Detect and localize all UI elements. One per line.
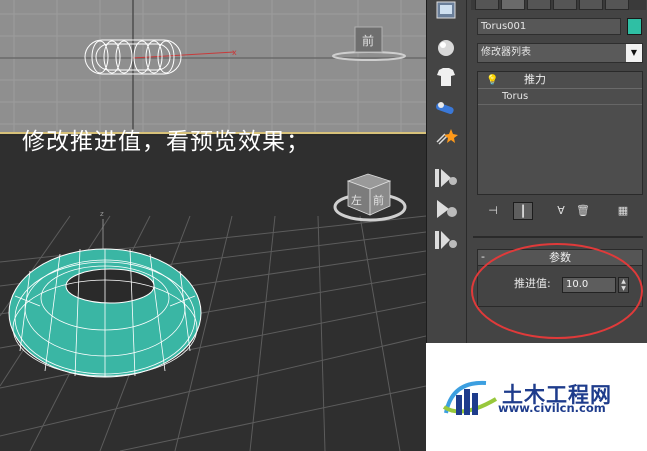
viewcube-left-label: 左 xyxy=(351,194,362,207)
show-end-result-icon[interactable]: ┃ xyxy=(513,202,533,220)
tshirt-icon[interactable] xyxy=(433,65,459,89)
modifier-list-dropdown[interactable]: 修改器列表 ▼ xyxy=(477,43,643,63)
civilcn-logo-icon xyxy=(442,380,498,415)
top-viewport[interactable]: x 前 xyxy=(0,0,426,134)
parameters-rollout: - 参数 推进值: 10.0 ▲ ▼ xyxy=(477,249,643,307)
modify-panel: Torus001 修改器列表 ▼ 💡 推力 Torus ⊣ ┃ ∀ 🗑 ▦ - … xyxy=(466,0,647,343)
sphere-icon[interactable] xyxy=(433,36,459,60)
collapse-icon[interactable]: - xyxy=(481,249,485,264)
utilities-tab-icon[interactable] xyxy=(605,0,629,10)
viewcube-front-label: 前 xyxy=(373,193,384,207)
stack-item-label: 推力 xyxy=(524,73,546,86)
object-name-field[interactable]: Torus001 xyxy=(477,18,621,35)
modifier-stack: 💡 推力 Torus xyxy=(477,71,643,195)
viewcube-perspective[interactable]: 左 前 xyxy=(333,173,407,222)
lightbulb-icon[interactable]: 💡 xyxy=(486,73,498,89)
star-sparkle-icon[interactable] xyxy=(433,126,459,150)
perspective-viewport[interactable]: z 左 前 xyxy=(0,136,426,451)
panel-divider xyxy=(473,236,643,238)
object-color-swatch[interactable] xyxy=(627,18,642,35)
push-value-input[interactable]: 10.0 xyxy=(562,277,616,293)
modify-tab-icon[interactable] xyxy=(501,0,525,10)
motion-tab-icon[interactable] xyxy=(553,0,577,10)
display-icon[interactable] xyxy=(433,0,459,24)
pin-stack-icon[interactable]: ⊣ xyxy=(483,202,503,220)
torus-perspective[interactable] xyxy=(8,248,202,378)
top-viewport-grid: x 前 xyxy=(0,0,426,132)
stack-toolbar: ⊣ ┃ ∀ 🗑 ▦ xyxy=(477,200,643,222)
modifier-list-label: 修改器列表 xyxy=(481,47,531,58)
svg-text:z: z xyxy=(100,210,104,218)
play-gear-icon-3[interactable] xyxy=(433,228,459,252)
rollout-header[interactable]: - 参数 xyxy=(478,250,642,266)
hierarchy-tab-icon[interactable] xyxy=(527,0,551,10)
tutorial-caption: 修改推进值，看预览效果； xyxy=(22,129,310,155)
stack-item-torus[interactable]: Torus xyxy=(478,89,642,105)
configure-sets-icon[interactable]: ▦ xyxy=(613,202,633,220)
display-tab-icon[interactable] xyxy=(579,0,603,10)
remove-modifier-icon[interactable]: 🗑 xyxy=(573,202,593,220)
command-panel-tabs xyxy=(471,0,646,10)
play-gear-icon[interactable] xyxy=(433,166,459,190)
viewcube-top[interactable]: 前 xyxy=(332,26,406,61)
stack-item-push[interactable]: 💡 推力 xyxy=(478,72,642,89)
svg-text:x: x xyxy=(232,48,237,57)
push-value-spinner[interactable]: ▲ ▼ xyxy=(618,277,629,293)
play-gear-icon-2[interactable] xyxy=(433,197,459,221)
rollout-title: 参数 xyxy=(549,251,571,264)
watermark: 土木工程网 www.civilcn.com xyxy=(426,343,647,451)
make-unique-icon[interactable]: ∀ xyxy=(551,202,571,220)
perspective-grid: z 左 前 xyxy=(0,173,426,451)
create-tab-icon[interactable] xyxy=(475,0,499,10)
chevron-down-icon[interactable]: ▼ xyxy=(626,44,642,62)
watermark-url: www.civilcn.com xyxy=(498,401,606,415)
viewcube-top-label: 前 xyxy=(362,33,374,48)
push-value-label: 推进值: xyxy=(514,277,551,290)
pipe-icon[interactable] xyxy=(433,96,459,120)
